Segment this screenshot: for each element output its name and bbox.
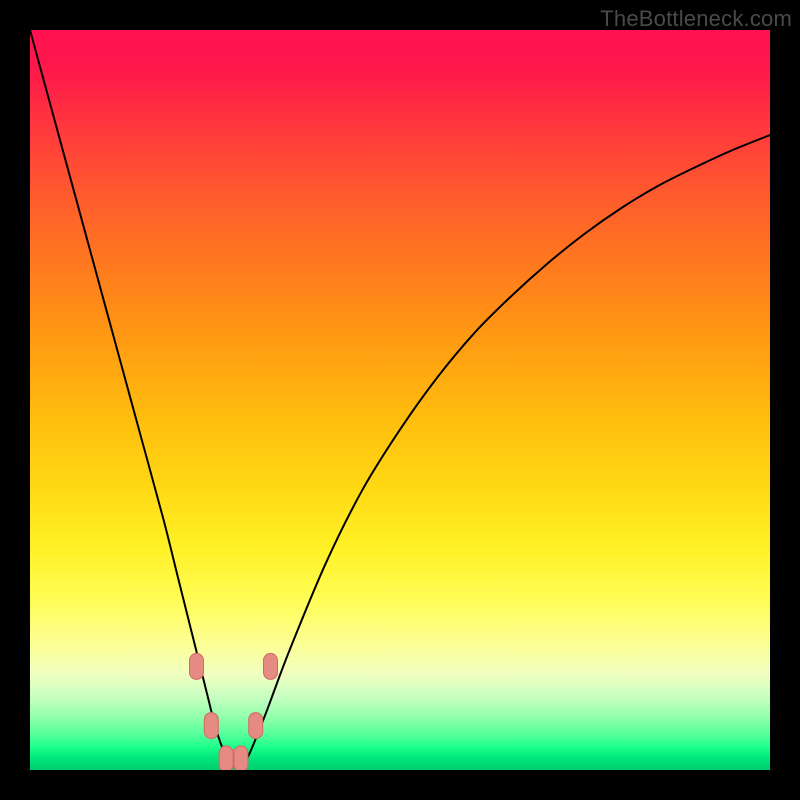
- plot-area: [30, 30, 770, 770]
- curve-layer: [30, 30, 770, 770]
- bottleneck-curve: [30, 30, 770, 766]
- curve-marker: [264, 653, 278, 679]
- curve-marker: [234, 746, 248, 770]
- chart-frame: TheBottleneck.com: [0, 0, 800, 800]
- curve-marker: [219, 746, 233, 770]
- curve-marker: [190, 653, 204, 679]
- curve-marker: [204, 713, 218, 739]
- curve-markers: [190, 653, 278, 770]
- watermark-text: TheBottleneck.com: [600, 6, 792, 32]
- curve-marker: [249, 713, 263, 739]
